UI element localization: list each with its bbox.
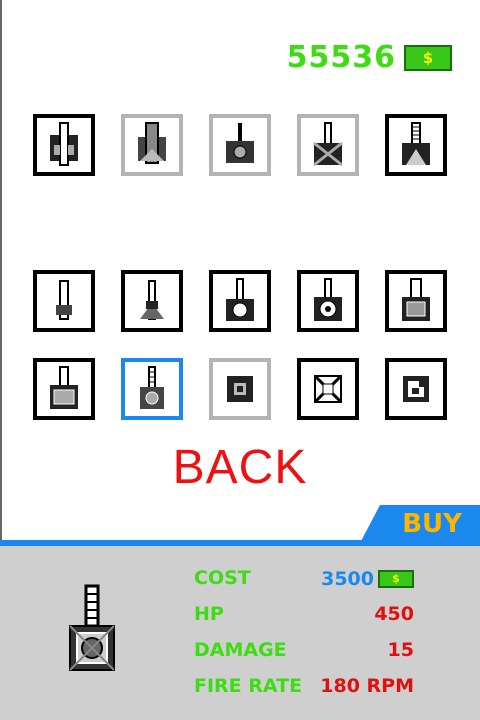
- selected-item-preview: [64, 584, 120, 680]
- currency-display: 55536 $: [287, 40, 452, 75]
- back-button[interactable]: BACK: [0, 440, 480, 495]
- tower-icon: [69, 584, 115, 671]
- cash-icon: $: [378, 570, 414, 588]
- tower-icon: [226, 123, 254, 163]
- shop-slot-2[interactable]: [121, 114, 183, 176]
- shop-slot-14[interactable]: [297, 358, 359, 420]
- cash-icon: $: [404, 44, 452, 71]
- shop-slot-8[interactable]: [209, 270, 271, 332]
- damage-value: 15: [387, 639, 414, 661]
- shop-slot-7[interactable]: [121, 270, 183, 332]
- tower-icon: [50, 366, 78, 409]
- hp-label: HP: [194, 603, 224, 625]
- cost-label: COST: [194, 567, 251, 589]
- currency-amount: 55536: [286, 40, 396, 75]
- tower-icon: [138, 122, 166, 164]
- cost-value-group: 3500 $: [321, 568, 414, 590]
- shop-slot-1[interactable]: [33, 114, 95, 176]
- hp-value: 450: [374, 603, 414, 625]
- shop-slot-12[interactable]: [121, 358, 183, 420]
- fire-rate-value: 180 RPM: [320, 675, 414, 697]
- tower-icon: [402, 122, 430, 165]
- shop-slot-5[interactable]: [385, 114, 447, 176]
- shop-slot-11[interactable]: [33, 358, 95, 420]
- shop-slot-13[interactable]: [209, 358, 271, 420]
- tower-icon: [56, 280, 72, 320]
- tower-icon: [313, 122, 343, 167]
- shop-slot-6[interactable]: [33, 270, 95, 332]
- tower-icon: [140, 280, 164, 320]
- shop-slot-9[interactable]: [297, 270, 359, 332]
- tower-icon: [50, 122, 78, 166]
- shop-slot-4[interactable]: [297, 114, 359, 176]
- buy-button[interactable]: BUY: [360, 505, 480, 543]
- block-icon: [227, 376, 253, 402]
- shop-slot-15[interactable]: [385, 358, 447, 420]
- block-icon: [313, 374, 343, 404]
- damage-label: DAMAGE: [194, 639, 287, 661]
- shop-slot-10[interactable]: [385, 270, 447, 332]
- tower-icon: [140, 366, 164, 409]
- fire-rate-label: FIRE RATE: [194, 675, 303, 697]
- tower-icon: [402, 278, 430, 321]
- buy-label: BUY: [402, 509, 462, 539]
- shop-slot-3[interactable]: [209, 114, 271, 176]
- tower-icon: [226, 278, 254, 321]
- cost-value: 3500: [321, 568, 374, 590]
- tower-icon: [314, 278, 342, 321]
- block-icon: [403, 376, 429, 402]
